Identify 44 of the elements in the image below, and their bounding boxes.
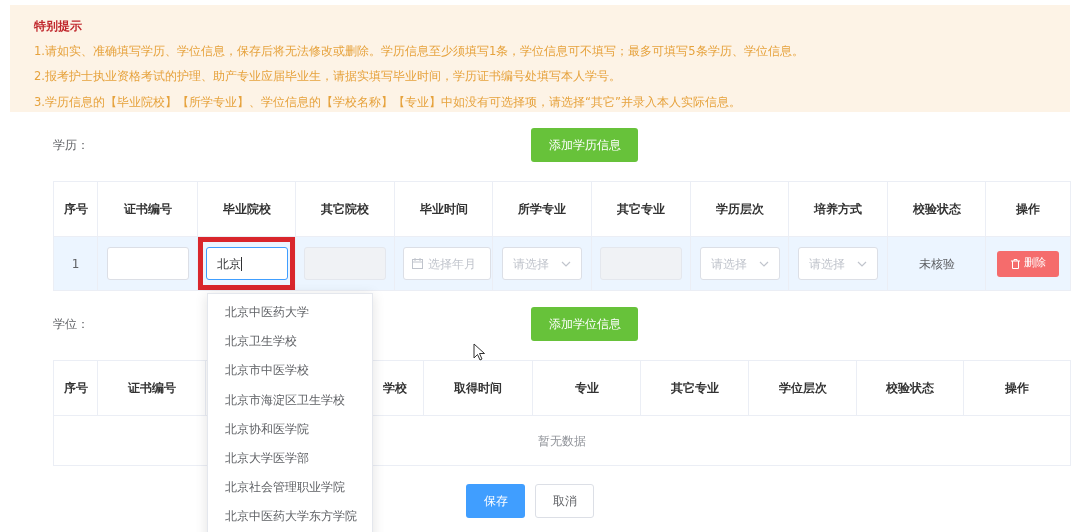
dropdown-item[interactable]: 北京卫生学校 — [208, 327, 372, 357]
column-header: 证书编号 — [97, 181, 198, 237]
section-label: 学历： — [53, 137, 90, 154]
dropdown-item[interactable]: 北京市海淀区卫生学校 — [208, 385, 372, 415]
column-header: 学位层次 — [748, 360, 857, 416]
chevron-down-icon — [758, 260, 769, 267]
section-label: 学位： — [53, 316, 90, 333]
column-header: 校验状态 — [887, 181, 986, 237]
notice-title: 特别提示 — [34, 18, 83, 35]
dropdown-item[interactable]: 北京协和医学院 — [208, 414, 372, 444]
column-header: 证书编号 — [97, 360, 206, 416]
notice-text: 2.报考护士执业资格考试的护理、助产专业应届毕业生，请据实填写毕业时间，学历证书编号处填写本人学号。 — [34, 68, 622, 86]
chevron-down-icon — [561, 260, 571, 267]
column-header: 取得时间 — [423, 360, 533, 416]
mouse-pointer-icon — [473, 343, 485, 361]
dropdown-item[interactable]: 北京中医药大学 — [208, 298, 372, 328]
calendar-icon — [412, 258, 423, 269]
notice-text: 3.学历信息的【毕业院校】【所学专业】、学位信息的【学校名称】【专业】中如没有可选择项，请选择“其它”并录入本人实际信息。 — [34, 93, 742, 111]
column-header: 毕业时间 — [394, 181, 493, 237]
column-header: 校验状态 — [856, 360, 964, 416]
column-header: 序号 — [53, 360, 98, 416]
column-header: 操作 — [963, 360, 1071, 416]
input-field[interactable] — [106, 247, 189, 280]
column-header: 操作 — [985, 181, 1071, 237]
column-header: 其它专业 — [591, 181, 691, 237]
column-header: 其它院校 — [295, 181, 395, 237]
dropdown-item[interactable]: 北京大学医学部 — [208, 443, 372, 474]
table-row[interactable]: 1 北京 选择年月 请选择 请选择 请选择 未核验 删除 — [53, 236, 1071, 291]
table-cell: 1 — [53, 236, 98, 291]
column-header: 其它专业 — [640, 360, 749, 416]
table-cell: 未核验 — [887, 236, 986, 291]
chevron-down-icon — [857, 260, 867, 267]
dropdown-item[interactable]: 北京中医药大学东方学院 — [208, 502, 372, 532]
column-header: 培养方式 — [788, 181, 888, 237]
trash-icon — [1010, 258, 1020, 269]
cancel-button[interactable]: 取消 — [535, 484, 594, 518]
column-header: 专业 — [532, 360, 641, 416]
input-field[interactable]: 北京 — [206, 247, 288, 280]
column-header: 毕业院校 — [197, 181, 296, 237]
column-header: 序号 — [53, 181, 98, 237]
column-header: 学历层次 — [690, 181, 789, 237]
notice-text: 1.请如实、准确填写学历、学位信息，保存后将无法修改或删除。学历信息至少须填写1条，学位信息可不填写；最多可填写5条学历、学位信息。 — [34, 43, 805, 60]
column-header: 所学专业 — [492, 181, 592, 237]
dropdown-item[interactable]: 北京社会管理职业学院 — [208, 473, 372, 503]
